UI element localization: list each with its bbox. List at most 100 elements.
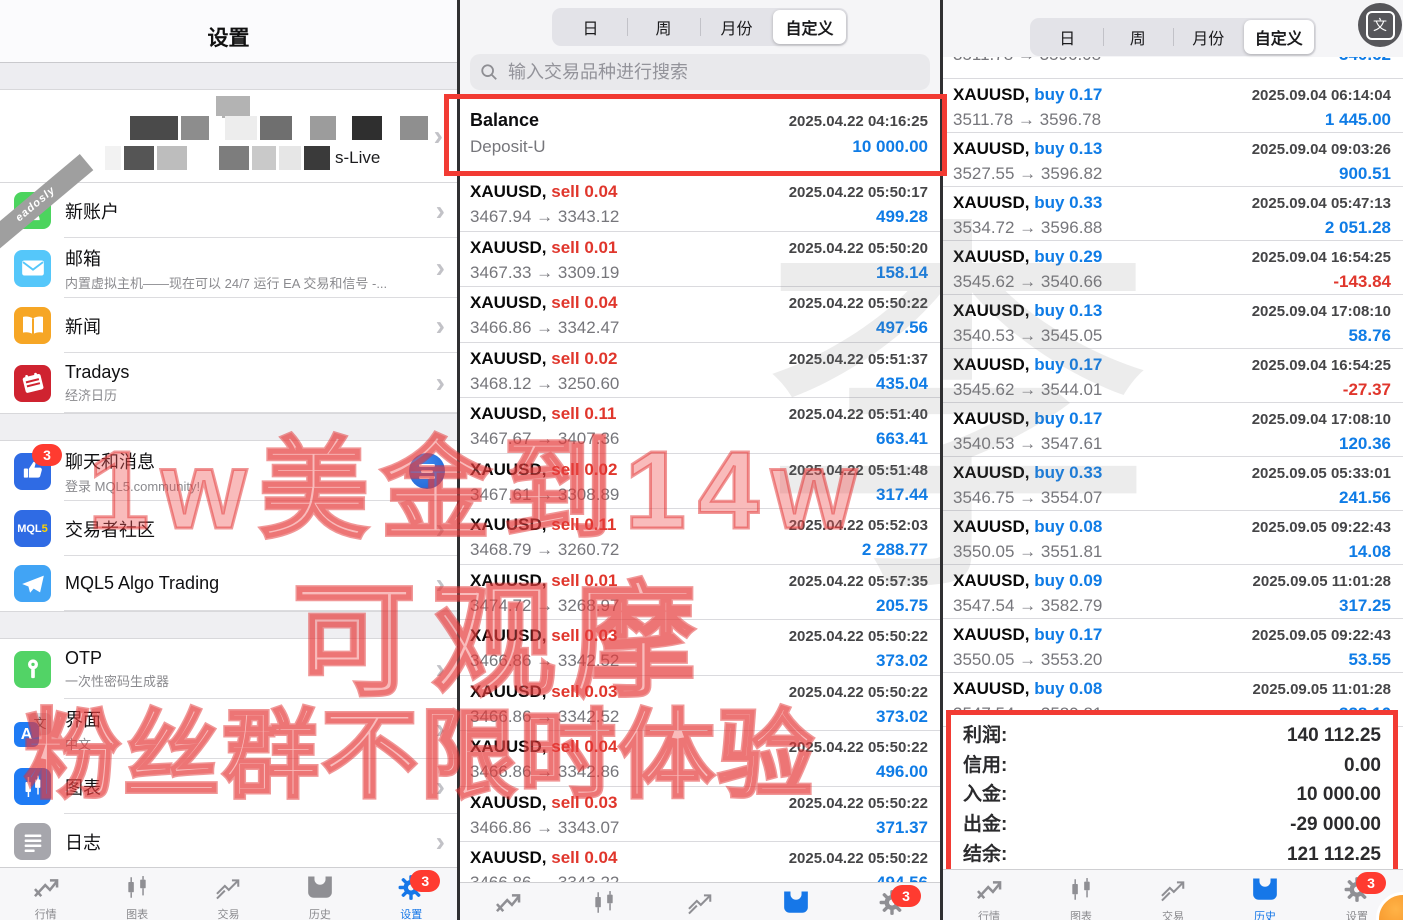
tab-周[interactable]: 周 — [1103, 20, 1174, 54]
nav-settings[interactable]: 3设置 — [1342, 870, 1372, 920]
trade-profit: 340.62 — [1339, 57, 1391, 65]
trade-row[interactable]: XAUUSD, sell 0.032025.04.22 05:50:223466… — [460, 787, 940, 843]
settings-item-图表[interactable]: 图表› — [0, 759, 457, 814]
settings-item-界面[interactable]: 文A界面中文› — [0, 699, 457, 759]
trade-row[interactable]: XAUUSD, sell 0.112025.04.22 05:51:403467… — [460, 398, 940, 454]
period-tabs: 日周月份自定义 — [552, 8, 848, 46]
translate-button[interactable]: 文 — [1358, 3, 1402, 47]
trade-symbol: XAUUSD, sell 0.03 — [470, 682, 617, 702]
nav-history[interactable]: 历史 — [1250, 870, 1280, 920]
trade-prices: 3466.86 → 3342.52 — [470, 651, 619, 671]
settings-item-MQL5 Algo Trading[interactable]: MQL5 Algo Trading› — [0, 556, 457, 611]
trade-icon — [685, 889, 715, 919]
nav-label: 历史 — [1254, 908, 1276, 920]
tab-自定义[interactable]: 自定义 — [773, 10, 846, 44]
mql5-messenger-icon[interactable] — [409, 453, 445, 489]
trade-row[interactable]: XAUUSD, buy 0.172025.09.04 17:08:103540.… — [943, 403, 1403, 457]
trade-row[interactable]: XAUUSD, buy 0.172025.09.04 16:54:253545.… — [943, 349, 1403, 403]
trade-prices: 3466.86 → 3342.86 — [470, 762, 619, 782]
trade-time: 2025.09.05 11:01:28 — [1253, 573, 1391, 590]
settings-item-OTP[interactable]: OTP一次性密码生成器› — [0, 639, 457, 699]
settings-item-新账户[interactable]: 新账户› — [0, 183, 457, 238]
trade-row[interactable]: XAUUSD, sell 0.012025.04.22 05:57:353474… — [460, 565, 940, 621]
trade-row[interactable]: XAUUSD, buy 0.172025.09.05 09:22:433550.… — [943, 619, 1403, 673]
settings-item-新闻[interactable]: 新闻› — [0, 298, 457, 353]
nav-history[interactable] — [781, 883, 811, 919]
nav-history[interactable]: 历史 — [305, 868, 335, 920]
trade-row[interactable]: XAUUSD, sell 0.022025.04.22 05:51:373468… — [460, 343, 940, 399]
item-sublabel: 登录 MQL5.community! — [65, 476, 409, 495]
summary-value: 10 000.00 — [1296, 784, 1381, 806]
trade-row[interactable]: XAUUSD, sell 0.012025.04.22 05:50:203467… — [460, 232, 940, 288]
item-label: 聊天和消息 — [65, 448, 409, 474]
trade-row[interactable]: XAUUSD, sell 0.032025.04.22 05:50:223466… — [460, 620, 940, 676]
nav-trade[interactable] — [685, 883, 715, 919]
trade-row[interactable]: XAUUSD, buy 0.092025.09.05 11:01:283547.… — [943, 565, 1403, 619]
trade-symbol: XAUUSD, buy 0.13 — [953, 139, 1102, 159]
trade-row[interactable]: XAUUSD, buy 0.332025.09.05 05:33:013546.… — [943, 457, 1403, 511]
mql5-icon: MQL5 — [14, 510, 51, 547]
chevron-right-icon: › — [436, 312, 445, 340]
trade-row[interactable]: XAUUSD, buy 0.082025.09.05 09:22:433550.… — [943, 511, 1403, 565]
nav-trade[interactable]: 交易 — [213, 868, 243, 920]
trade-symbol: XAUUSD, buy 0.17 — [953, 85, 1102, 105]
trade-row[interactable]: XAUUSD, sell 0.022025.04.22 05:51:483467… — [460, 454, 940, 510]
translate-icon: 文 — [1366, 11, 1395, 40]
trade-row[interactable]: XAUUSD, sell 0.042025.04.22 05:50:173467… — [460, 176, 940, 232]
nav-charts[interactable] — [589, 883, 619, 919]
settings-item-邮箱[interactable]: 邮箱内置虚拟主机——现在可以 24/7 运行 EA 交易和信号 -...› — [0, 238, 457, 298]
trade-row[interactable]: XAUUSD, sell 0.032025.04.22 05:50:223466… — [460, 676, 940, 732]
trade-row[interactable]: XAUUSD, sell 0.042025.04.22 05:50:223466… — [460, 287, 940, 343]
trade-symbol: XAUUSD, buy 0.09 — [953, 571, 1102, 591]
tab-周[interactable]: 周 — [627, 10, 700, 44]
nav-settings[interactable]: 3设置 — [396, 868, 426, 920]
nav-quotes[interactable] — [493, 883, 523, 919]
settings-item-日志[interactable]: 日志› — [0, 814, 457, 869]
tab-bar-left: 行情 图表 交易 历史 3设置 — [0, 867, 457, 920]
tab-月份[interactable]: 月份 — [700, 10, 773, 44]
account-row[interactable]: eadosly s-Live › — [0, 90, 457, 183]
settings-item-交易者社区[interactable]: MQL5交易者社区› — [0, 501, 457, 556]
history-toolbar: 日周月份自定义 — [460, 0, 940, 96]
trade-row[interactable]: XAUUSD, buy 0.132025.09.04 17:08:103540.… — [943, 295, 1403, 349]
trade-profit: 373.02 — [876, 707, 928, 727]
trade-row[interactable]: XAUUSD, buy 0.332025.09.04 05:47:133534.… — [943, 187, 1403, 241]
page-title: 设置 — [0, 0, 457, 52]
metatrader-collage: 设置 eadosly s-Live › 新账户›邮箱内置虚拟主机——现在可以 2… — [0, 0, 1403, 920]
tab-日[interactable]: 日 — [1032, 20, 1103, 54]
trade-profit: -27.37 — [1343, 380, 1391, 400]
trade-row[interactable]: XAUUSD, buy 0.132025.09.04 09:03:263527.… — [943, 133, 1403, 187]
trade-row[interactable]: XAUUSD, buy 0.172025.09.04 06:14:043511.… — [943, 79, 1403, 133]
trade-prices: 3546.75 → 3554.07 — [953, 488, 1102, 508]
clipped-trade-row[interactable]: 3511.78 → 3596.08340.62 — [943, 57, 1403, 79]
nav-settings[interactable]: 3 — [877, 883, 907, 919]
nav-label: 行情 — [978, 908, 1000, 920]
tab-月份[interactable]: 月份 — [1173, 20, 1244, 54]
search-input[interactable] — [506, 61, 920, 84]
trade-profit: 205.75 — [876, 596, 928, 616]
trade-symbol: XAUUSD, buy 0.29 — [953, 247, 1102, 267]
trade-icon — [1158, 876, 1188, 906]
trade-row[interactable]: XAUUSD, sell 0.112025.04.22 05:52:033468… — [460, 509, 940, 565]
settings-item-聊天和消息[interactable]: 3聊天和消息登录 MQL5.community! — [0, 441, 457, 501]
settings-header: 设置 — [0, 0, 457, 63]
search-bar[interactable] — [470, 54, 930, 90]
nav-charts[interactable]: 图表 — [1066, 870, 1096, 920]
account-suffix: s-Live — [335, 148, 380, 168]
chevron-right-icon: › — [436, 828, 445, 856]
tab-日[interactable]: 日 — [554, 10, 627, 44]
trade-row[interactable]: XAUUSD, sell 0.042025.04.22 05:50:223466… — [460, 731, 940, 787]
settings-item-Tradays[interactable]: Tradays经济日历› — [0, 353, 457, 413]
calendar-icon — [14, 365, 51, 402]
trade-time: 2025.09.04 09:03:26 — [1252, 141, 1391, 158]
history-icon — [781, 889, 811, 919]
tab-自定义[interactable]: 自定义 — [1244, 20, 1315, 54]
trade-prices: 3534.72 → 3596.88 — [953, 218, 1102, 238]
nav-charts[interactable]: 图表 — [122, 868, 152, 920]
nav-quotes[interactable]: 行情 — [31, 868, 61, 920]
nav-quotes[interactable]: 行情 — [974, 870, 1004, 920]
trade-row[interactable]: XAUUSD, buy 0.292025.09.04 16:54:253545.… — [943, 241, 1403, 295]
trade-prices: 3466.86 → 3342.47 — [470, 318, 619, 338]
nav-trade[interactable]: 交易 — [1158, 870, 1188, 920]
trade-prices: 3468.79 → 3260.72 — [470, 540, 619, 560]
